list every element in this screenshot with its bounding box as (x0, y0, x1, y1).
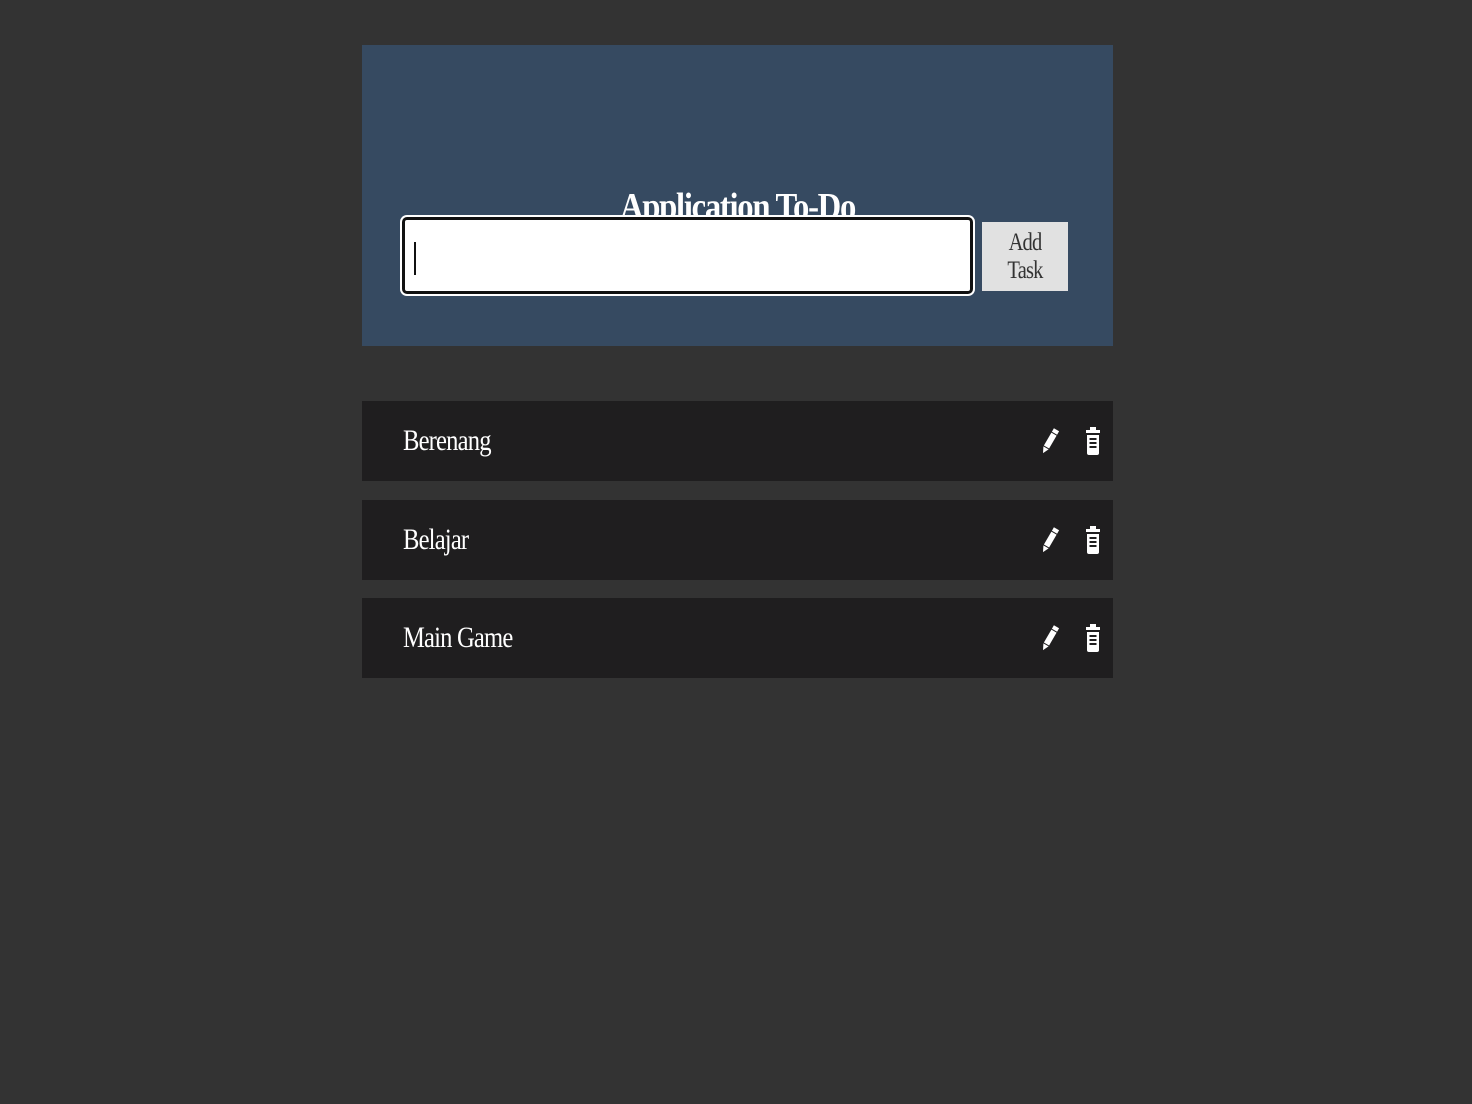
task-item: Main Game (362, 598, 1113, 678)
task-item: Belajar (362, 500, 1113, 580)
task-label: Main Game (403, 621, 513, 654)
add-task-button[interactable]: Add Task (982, 222, 1068, 291)
pencil-icon (1043, 428, 1060, 454)
pencil-icon (1043, 625, 1060, 651)
task-label: Berenang (403, 424, 492, 457)
trash-icon (1086, 624, 1100, 652)
text-cursor (414, 242, 416, 275)
edit-task-button[interactable] (1035, 622, 1065, 654)
task-input[interactable] (402, 217, 973, 294)
edit-task-button[interactable] (1035, 425, 1065, 457)
pencil-icon (1043, 527, 1060, 553)
edit-task-button[interactable] (1035, 524, 1065, 556)
delete-task-button[interactable] (1078, 622, 1108, 654)
delete-task-button[interactable] (1078, 425, 1108, 457)
add-task-button-label: Add Task (1007, 228, 1043, 284)
task-item: Berenang (362, 401, 1113, 481)
task-label: Belajar (403, 523, 469, 556)
trash-icon (1086, 526, 1100, 554)
delete-task-button[interactable] (1078, 524, 1108, 556)
todo-app: Application To-Do Add Task Berenang Bela… (362, 45, 1113, 678)
trash-icon (1086, 427, 1100, 455)
header-panel: Application To-Do Add Task (362, 45, 1113, 346)
